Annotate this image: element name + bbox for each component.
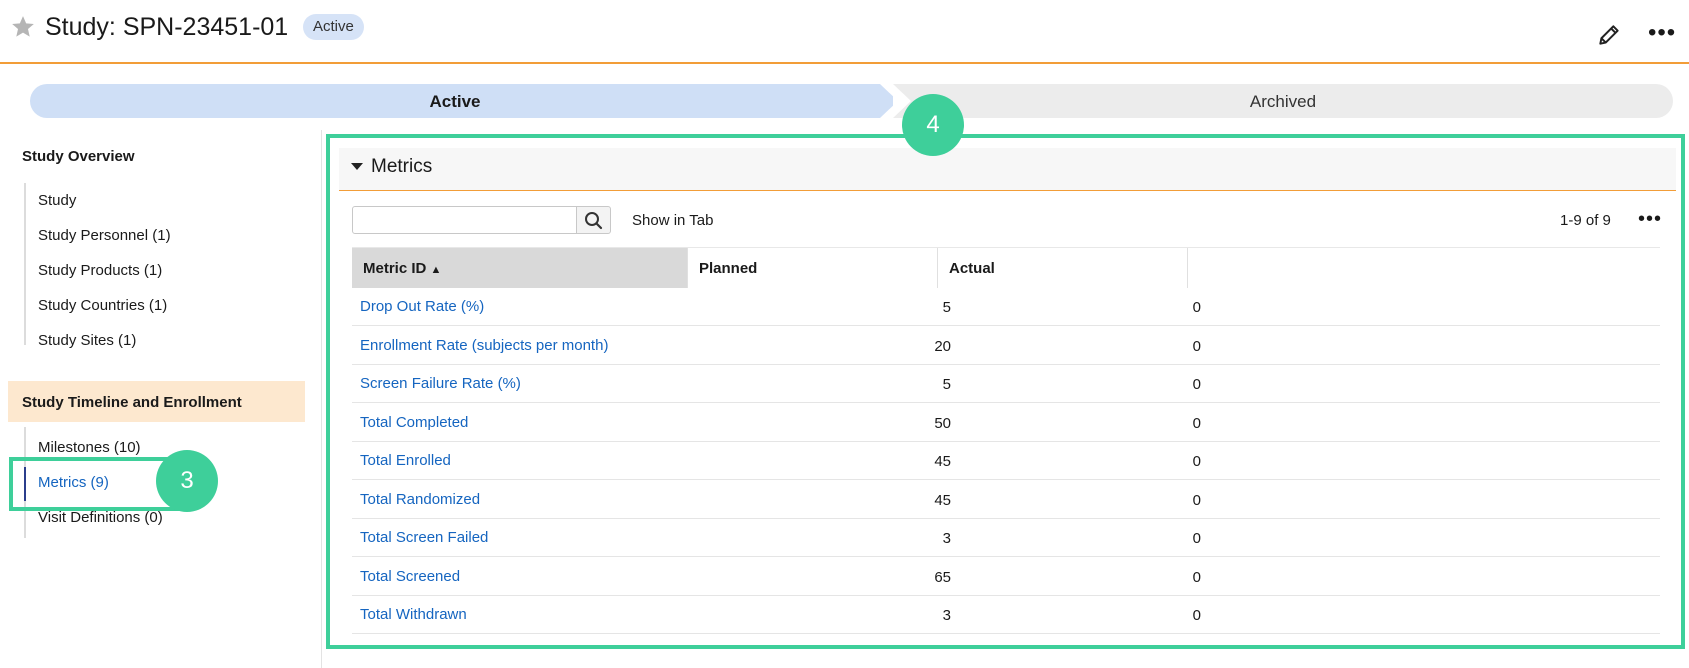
section-heading-overview[interactable]: Study Overview (22, 148, 135, 165)
sidebar-item-milestones[interactable]: Milestones (10) (38, 439, 141, 456)
callout-marker-panel: 4 (902, 94, 964, 156)
stage-label-archived: Archived (1249, 92, 1317, 111)
pencil-icon[interactable] (1596, 22, 1622, 48)
sidebar-item-study-countries[interactable]: Study Countries (1) (38, 297, 167, 314)
sidebar: Study Overview Study Study Personnel (1)… (0, 130, 322, 668)
section-heading-timeline[interactable]: Study Timeline and Enrollment (22, 394, 242, 411)
overview-nav-group: Study Study Personnel (1) Study Products… (24, 183, 171, 349)
status-badge: Active (303, 14, 364, 40)
sidebar-item-study-personnel[interactable]: Study Personnel (1) (38, 227, 171, 244)
page-header: Study: SPN-23451-01 Active ••• (0, 0, 1689, 64)
callout-highlight-panel (326, 134, 1685, 649)
sidebar-item-study[interactable]: Study (38, 192, 76, 209)
sidebar-item-study-sites[interactable]: Study Sites (1) (38, 332, 136, 349)
sidebar-item-visit-definitions[interactable]: Visit Definitions (0) (38, 509, 163, 526)
lifecycle-bar: Active Archived (30, 84, 1673, 118)
page-title: Study: SPN-23451-01 (45, 13, 289, 41)
star-icon[interactable] (10, 14, 36, 40)
sidebar-item-study-products[interactable]: Study Products (1) (38, 262, 162, 279)
callout-marker-sidebar: 3 (156, 450, 218, 512)
stage-label-active: Active (429, 92, 481, 111)
more-horizontal-icon[interactable]: ••• (1648, 21, 1675, 48)
